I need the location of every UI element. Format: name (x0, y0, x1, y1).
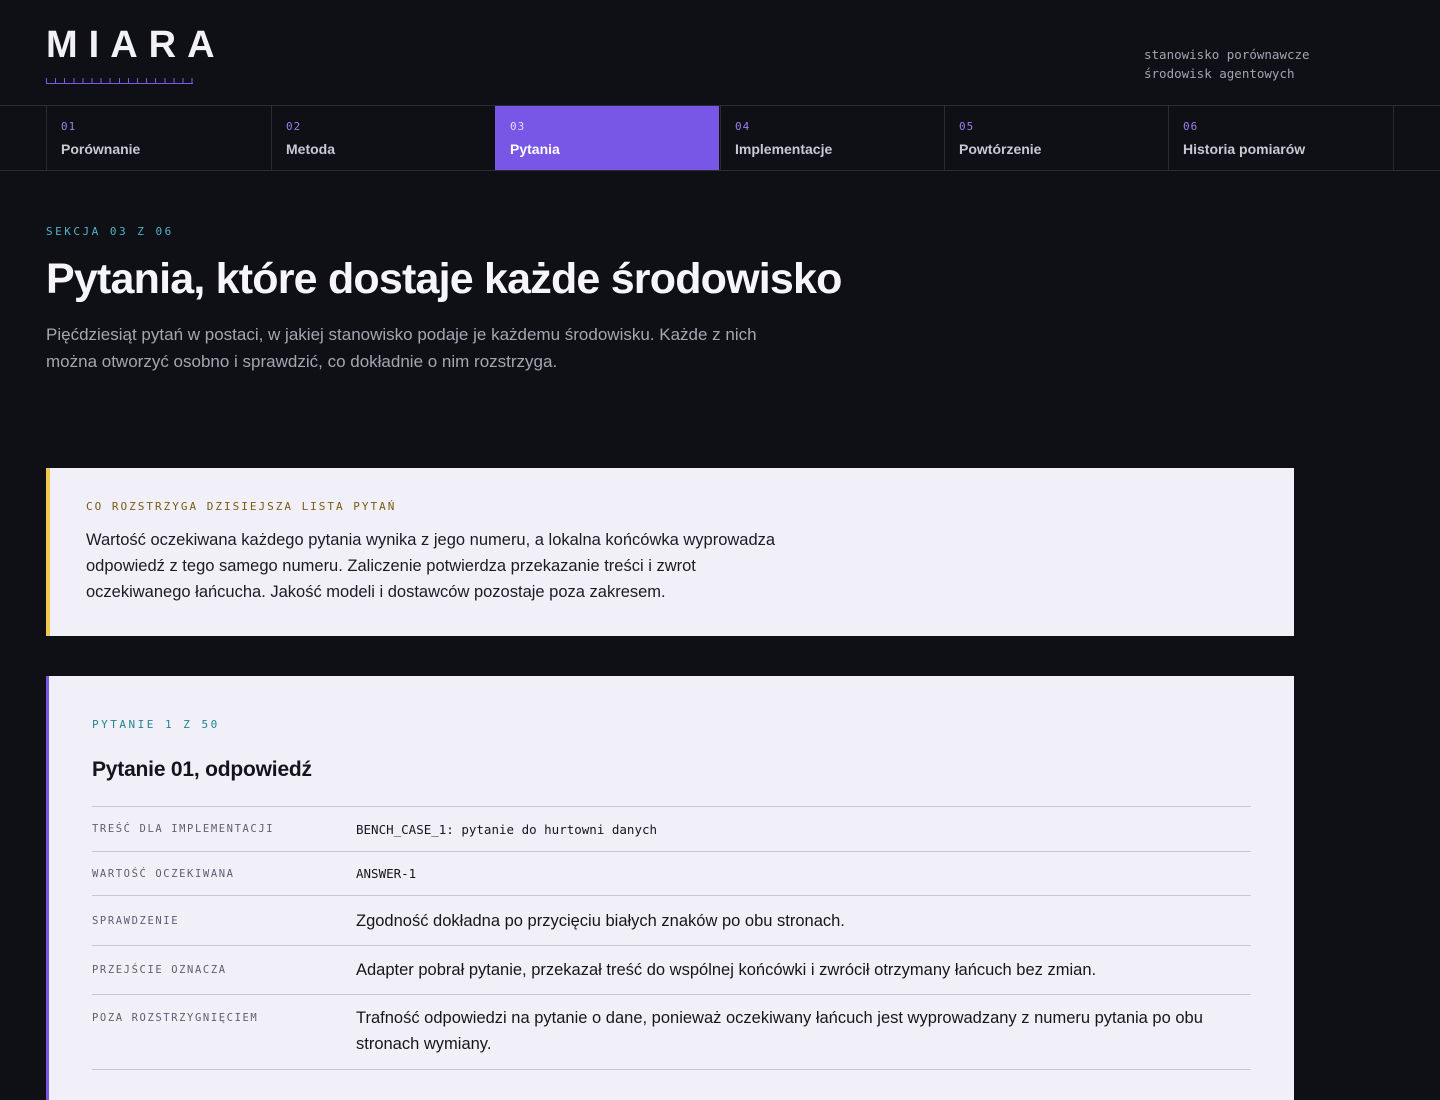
nav-item-label: Porównanie (61, 141, 141, 157)
row-key: WARTOŚĆ OCZEKIWANA (92, 867, 235, 880)
logo-underline (46, 76, 193, 84)
row-value: BENCH_CASE_1: pytanie do hurtowni danych (356, 821, 658, 837)
site-header: MIARA stanowisko porównawcze środowisk a… (0, 0, 1440, 106)
section-nav: 01 Porównanie 02 Metoda 03 Pytania 04 Im… (0, 106, 1440, 171)
scope-eyebrow: CO ROZSTRZYGA DZISIEJSZA LISTA PYTAŃ (86, 500, 397, 513)
row-key: TREŚĆ DLA IMPLEMENTACJI (92, 823, 275, 835)
nav-item-powtorzenie[interactable]: 05 Powtórzenie (944, 106, 1169, 170)
table-row: TREŚĆ DLA IMPLEMENTACJI BENCH_CASE_1: py… (92, 807, 1251, 852)
table-row: POZA ROZSTRZYGNIĘCIEM Trafność odpowiedz… (92, 995, 1251, 1070)
row-key: PRZEJŚCIE OZNACZA (92, 964, 227, 976)
nav-item-number: 03 (510, 120, 526, 133)
nav-item-label: Pytania (510, 141, 560, 157)
logo[interactable]: MIARA (46, 24, 226, 66)
row-key: SPRAWDZENIE (92, 914, 180, 927)
nav-divider (1393, 106, 1394, 170)
tagline: stanowisko porównawcze środowisk agentow… (1144, 45, 1310, 83)
table-row: PRZEJŚCIE OZNACZA Adapter pobrał pytanie… (92, 946, 1251, 995)
question-card[interactable]: PYTANIE 1 Z 50 Pytanie 01, odpowiedź TRE… (46, 676, 1294, 1100)
nav-item-label: Metoda (286, 141, 335, 157)
nav-item-number: 02 (286, 120, 302, 133)
nav-item-label: Implementacje (735, 141, 833, 157)
row-value: Zgodność dokładna po przycięciu białych … (356, 911, 845, 930)
nav-item-implementacje[interactable]: 04 Implementacje (720, 106, 945, 170)
section-eyebrow: SEKCJA 03 Z 06 (46, 225, 174, 238)
scope-callout: CO ROZSTRZYGA DZISIEJSZA LISTA PYTAŃ War… (46, 468, 1294, 636)
nav-item-historia-pomiarow[interactable]: 06 Historia pomiarów (1168, 106, 1393, 170)
scope-text: Wartość oczekiwana każdego pytania wynik… (86, 531, 776, 601)
row-key: POZA ROZSTRZYGNIĘCIEM (92, 1012, 259, 1024)
nav-item-metoda[interactable]: 02 Metoda (271, 106, 496, 170)
table-row: WARTOŚĆ OCZEKIWANA ANSWER-1 (92, 852, 1251, 896)
nav-item-porownanie[interactable]: 01 Porównanie (46, 106, 271, 170)
nav-item-number: 04 (735, 120, 751, 133)
nav-item-pytania[interactable]: 03 Pytania (495, 106, 719, 170)
question-title: Pytanie 01, odpowiedź (92, 758, 312, 781)
tagline-line-1: stanowisko porównawcze (1144, 47, 1310, 62)
nav-item-number: 05 (959, 120, 975, 133)
nav-item-label: Powtórzenie (959, 141, 1042, 157)
nav-item-number: 01 (61, 120, 77, 133)
question-details-table: TREŚĆ DLA IMPLEMENTACJI BENCH_CASE_1: py… (92, 806, 1251, 1070)
row-value: Adapter pobrał pytanie, przekazał treść … (356, 961, 1097, 979)
nav-item-label: Historia pomiarów (1183, 141, 1306, 157)
row-value: Trafność odpowiedzi na pytanie o dane, p… (356, 1009, 1203, 1053)
page-title: Pytania, które dostaje każde środowisko (46, 255, 842, 303)
tagline-line-2: środowisk agentowych (1144, 66, 1295, 81)
question-eyebrow: PYTANIE 1 Z 50 (92, 718, 220, 731)
table-row: SPRAWDZENIE Zgodność dokładna po przycię… (92, 896, 1251, 946)
page-lede: Pięćdziesiąt pytań w postaci, w jakiej s… (46, 325, 757, 371)
nav-item-number: 06 (1183, 120, 1199, 133)
row-value: ANSWER-1 (356, 866, 417, 881)
